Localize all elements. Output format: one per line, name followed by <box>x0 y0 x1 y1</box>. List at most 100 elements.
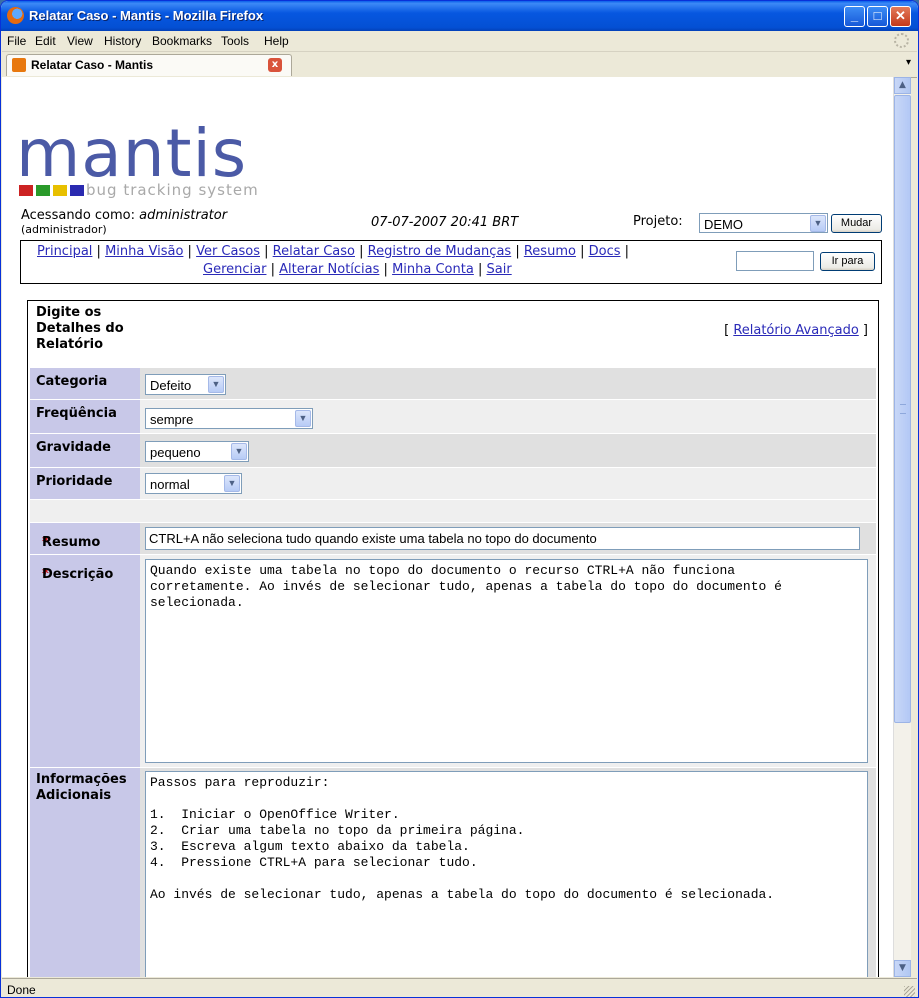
nav-separator: | <box>580 244 585 259</box>
login-prefix: Acessando como: <box>21 208 140 223</box>
nav-separator: | <box>187 244 192 259</box>
summary-input-value: CTRL+A não seleciona tudo quando existe … <box>149 531 597 546</box>
main-menu: Principal | Minha Visão | Ver Casos | Re… <box>20 240 882 284</box>
mantis-logo[interactable]: mantis <box>16 121 247 187</box>
nav-minha-visao[interactable]: Minha Visão <box>105 244 183 259</box>
mudar-button[interactable]: Mudar <box>831 214 882 233</box>
project-select-value: DEMO <box>704 217 743 232</box>
nav-docs[interactable]: Docs <box>589 244 621 259</box>
nav-ver-casos[interactable]: Ver Casos <box>196 244 260 259</box>
additional-info-textarea[interactable]: Passos para reproduzir: 1. Iniciar o Ope… <box>145 771 868 977</box>
frequency-select-value: sempre <box>150 412 194 427</box>
row-frequency: Freqüência sempre ▼ <box>30 400 876 433</box>
login-role: (administrador) <box>21 223 107 236</box>
additional-line <box>150 871 863 887</box>
nav-alterar-noticias[interactable]: Alterar Notícias <box>279 262 379 277</box>
nav-resumo[interactable]: Resumo <box>524 244 576 259</box>
category-value-cell: Defeito ▼ <box>141 368 876 399</box>
minimize-button[interactable]: _ <box>844 6 865 27</box>
severity-select[interactable]: pequeno ▼ <box>145 441 249 462</box>
tab-close-icon[interactable]: x <box>268 58 282 72</box>
menu-tools[interactable]: Tools <box>221 34 249 48</box>
menu-file[interactable]: File <box>7 34 26 48</box>
nav-registro-de-mudancas[interactable]: Registro de Mudanças <box>368 244 512 259</box>
bracket-open: [ <box>724 323 730 338</box>
additional-label-cell: Informações Adicionais <box>30 768 140 977</box>
row-category: Categoria Defeito ▼ <box>30 368 876 399</box>
bracket-close: ] <box>862 323 868 338</box>
project-label: Projeto: <box>633 214 683 229</box>
title-bar[interactable]: Relatar Caso - Mantis - Mozilla Firefox … <box>1 1 918 31</box>
tab-label: Relatar Caso - Mantis <box>31 58 154 72</box>
logo-tagline: bug tracking system <box>86 181 259 199</box>
nav-separator: | <box>477 262 483 277</box>
summary-label: Resumo <box>42 535 101 550</box>
severity-value-cell: pequeno ▼ <box>141 434 876 467</box>
scroll-down-icon[interactable]: ▼ <box>894 960 911 977</box>
nav-gerenciar[interactable]: Gerenciar <box>203 262 266 277</box>
frequency-label: Freqüência <box>36 406 117 421</box>
nav-sair[interactable]: Sair <box>487 262 512 277</box>
summary-value-cell: CTRL+A não seleciona tudo quando existe … <box>141 523 876 554</box>
ir-para-button[interactable]: Ir para <box>820 252 875 271</box>
maximize-button[interactable]: □ <box>867 6 888 27</box>
frequency-select[interactable]: sempre ▼ <box>145 408 313 429</box>
nav-relatar-caso[interactable]: Relatar Caso <box>273 244 355 259</box>
frequency-value-cell: sempre ▼ <box>141 400 876 433</box>
priority-select-value: normal <box>150 477 190 492</box>
menu-help[interactable]: Help <box>264 34 289 48</box>
window-title: Relatar Caso - Mantis - Mozilla Firefox <box>29 8 264 23</box>
description-textarea[interactable]: Quando existe uma tabela no topo do docu… <box>145 559 868 763</box>
project-select[interactable]: DEMO ▼ <box>699 213 828 233</box>
nav-principal[interactable]: Principal <box>37 244 92 259</box>
nav-separator: | <box>515 244 520 259</box>
menu-view[interactable]: View <box>67 34 93 48</box>
logo-word: mantis <box>16 115 248 192</box>
additional-line: 4. Pressione CTRL+A para selecionar tudo… <box>150 855 478 870</box>
summary-label-cell: * Resumo <box>30 523 140 554</box>
logo-square-red <box>19 185 33 196</box>
current-datetime: 07-07-2007 20:41 BRT <box>371 215 519 230</box>
chevron-down-icon[interactable]: ▼ <box>224 475 240 492</box>
priority-value-cell: normal ▼ <box>141 468 876 499</box>
goto-bug-input[interactable] <box>736 251 814 271</box>
menu-history[interactable]: History <box>104 34 141 48</box>
advanced-report-link[interactable]: Relatório Avançado <box>733 323 858 338</box>
close-window-button[interactable]: ✕ <box>890 6 911 27</box>
additional-label: Informações Adicionais <box>36 772 127 803</box>
page-viewport: mantis bug tracking system Acessando com… <box>2 77 893 977</box>
chevron-down-icon[interactable]: ▼ <box>231 443 247 460</box>
scroll-thumb[interactable] <box>894 95 911 723</box>
throbber-icon <box>894 33 909 48</box>
scroll-up-icon[interactable]: ▲ <box>894 77 911 94</box>
category-select-value: Defeito <box>150 378 192 393</box>
row-summary: * Resumo CTRL+A não seleciona tudo quando… <box>30 523 876 554</box>
logo-square-yellow <box>53 185 67 196</box>
tab-list-arrow-icon[interactable]: ▾ <box>906 57 911 68</box>
report-form: Digite os Detalhes do Relatório [ Relató… <box>27 300 879 977</box>
priority-label: Prioridade <box>36 474 113 489</box>
grip-icon <box>900 404 906 414</box>
vertical-scrollbar[interactable]: ▲ ▼ <box>893 77 911 977</box>
tab-relatar-caso[interactable]: Relatar Caso - Mantis x <box>6 54 292 76</box>
resize-grip-icon[interactable] <box>904 986 915 997</box>
nav-minha-conta[interactable]: Minha Conta <box>392 262 474 277</box>
row-severity: Gravidade pequeno ▼ <box>30 434 876 467</box>
frequency-label-cell: Freqüência <box>30 400 140 433</box>
nav-separator: | <box>96 244 101 259</box>
category-select[interactable]: Defeito ▼ <box>145 374 226 395</box>
category-label-cell: Categoria <box>30 368 140 399</box>
row-priority: Prioridade normal ▼ <box>30 468 876 499</box>
description-value-cell: Quando existe uma tabela no topo do docu… <box>141 555 876 767</box>
nav-separator: | <box>264 244 269 259</box>
chevron-down-icon[interactable]: ▼ <box>295 410 311 427</box>
summary-input[interactable]: CTRL+A não seleciona tudo quando existe … <box>145 527 860 550</box>
priority-select[interactable]: normal ▼ <box>145 473 242 494</box>
chevron-down-icon[interactable]: ▼ <box>208 376 224 393</box>
chevron-down-icon[interactable]: ▼ <box>810 215 826 232</box>
login-user: administrator <box>139 208 228 223</box>
menu-bookmarks[interactable]: Bookmarks <box>152 34 212 48</box>
logo-square-green <box>36 185 50 196</box>
menu-edit[interactable]: Edit <box>35 34 56 48</box>
login-info: Acessando como: administrator <box>21 208 227 223</box>
